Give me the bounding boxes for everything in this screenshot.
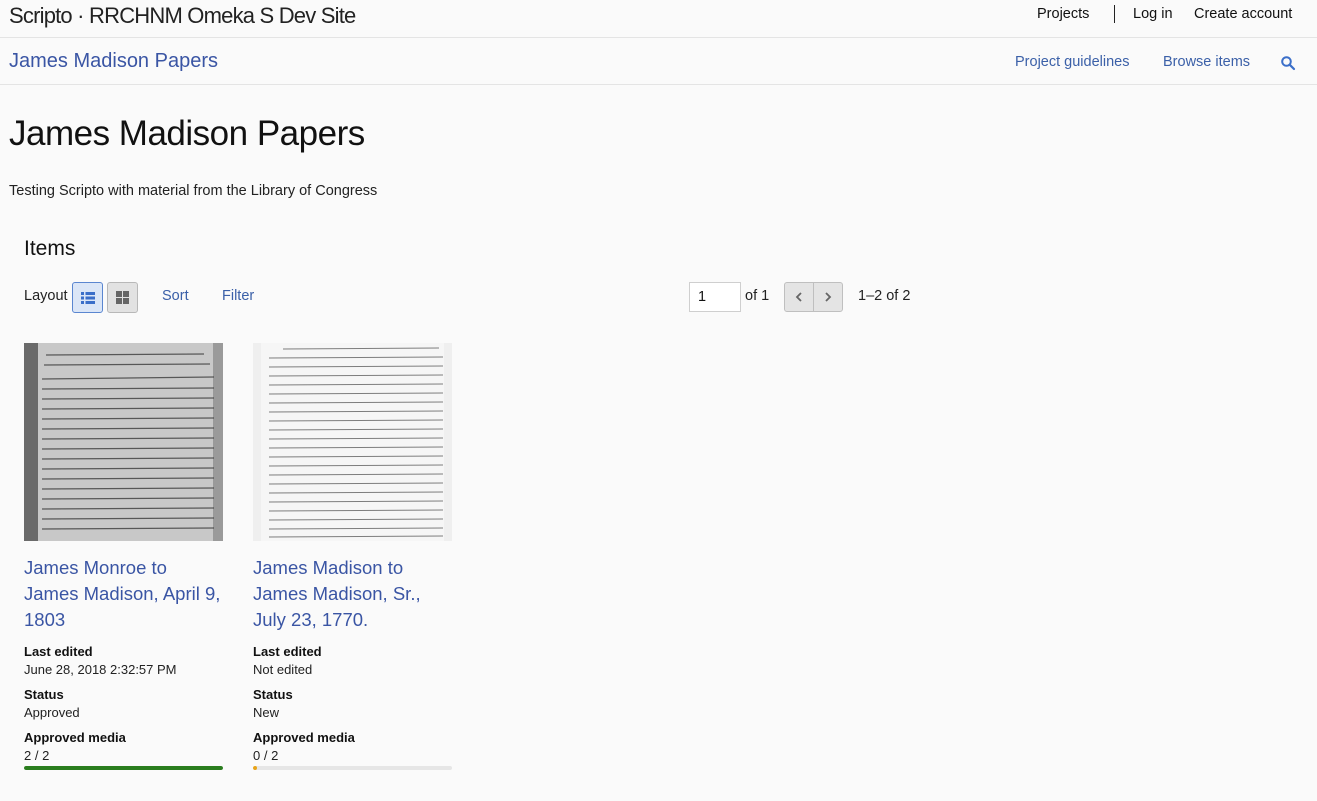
results-count: 1–2 of 2 [858,288,911,304]
item-title-link[interactable]: James Monroe to James Madison, April 9, … [24,555,223,633]
approved-media-value: 2 / 2 [24,748,50,763]
project-description: Testing Scripto with material from the L… [9,183,378,199]
chevron-left-icon [795,292,802,302]
last-edited-label: Last edited [253,644,322,659]
approval-progress-bar [253,766,452,770]
last-edited-label: Last edited [24,644,93,659]
project-header: James Madison Papers Project guidelines … [0,38,1317,85]
nav-login-link[interactable]: Log in [1133,6,1173,22]
status-value: Approved [24,705,80,720]
manuscript-thumbnail[interactable] [24,343,223,541]
status-label: Status [24,687,64,702]
list-layout-button[interactable] [72,282,103,313]
status-value: New [253,705,280,720]
nav-divider [1114,5,1115,23]
page-title: James Madison Papers [9,114,365,153]
page-number-input[interactable] [689,282,741,312]
nav-create-account-link[interactable]: Create account [1194,6,1292,22]
next-page-button[interactable] [813,282,843,312]
page-total: of 1 [745,288,770,304]
chevron-right-icon [825,292,832,302]
sort-button[interactable]: Sort [162,288,189,304]
project-guidelines-link[interactable]: Project guidelines [1015,54,1129,70]
grid-layout-button[interactable] [107,282,138,313]
approved-media-label: Approved media [24,730,126,745]
items-heading: Items [24,237,76,260]
grid-view-icon [116,291,129,304]
browse-items-link[interactable]: Browse items [1163,54,1250,70]
list-view-icon [80,291,95,304]
search-icon[interactable] [1280,55,1296,71]
approved-media-label: Approved media [253,730,355,745]
item-title-link[interactable]: James Madison to James Madison, Sr., Jul… [253,555,452,633]
status-label: Status [253,687,293,702]
filter-button[interactable]: Filter [222,288,254,304]
previous-page-button[interactable] [784,282,814,312]
site-title[interactable]: Scripto · RRCHNM Omeka S Dev Site [9,3,356,29]
last-edited-value: June 28, 2018 2:32:57 PM [24,662,177,677]
item-card: James Madison to James Madison, Sr., Jul… [253,343,452,770]
layout-label: Layout [24,288,68,304]
site-header: Scripto · RRCHNM Omeka S Dev Site Projec… [0,0,1317,38]
project-title-link[interactable]: James Madison Papers [9,50,218,73]
approval-progress-bar [24,766,223,770]
approved-media-value: 0 / 2 [253,748,279,763]
manuscript-thumbnail[interactable] [253,343,452,541]
approval-progress-fill [24,766,223,770]
nav-projects-link[interactable]: Projects [1037,6,1089,22]
approval-progress-fill [253,766,257,770]
last-edited-value: Not edited [253,662,313,677]
item-card: James Monroe to James Madison, April 9, … [24,343,223,770]
